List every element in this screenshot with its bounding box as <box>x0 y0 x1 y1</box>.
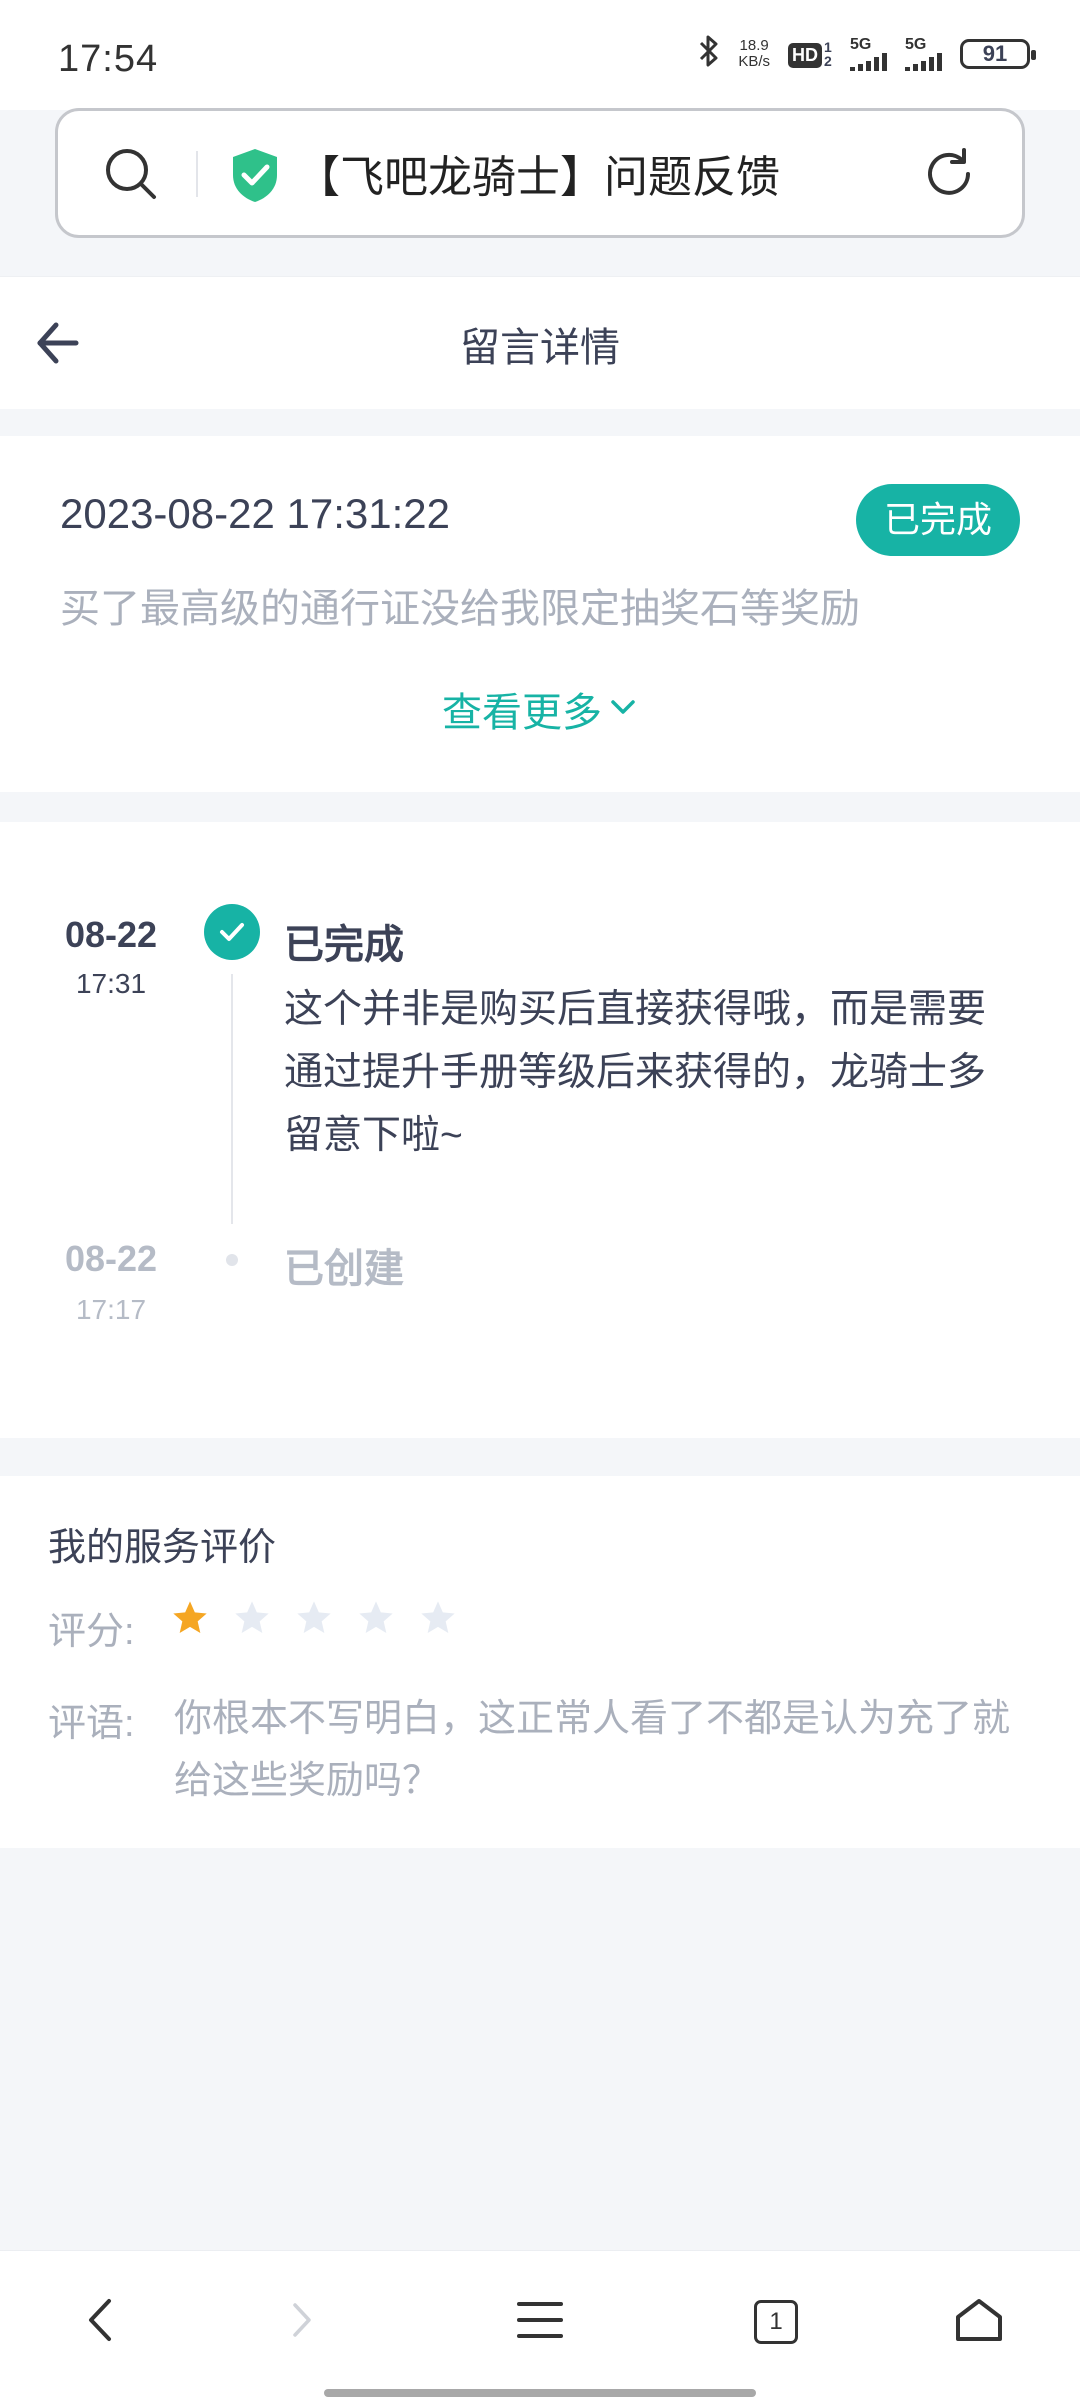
page-title: 留言详情 <box>460 326 620 370</box>
see-more-label: 查看更多 <box>442 691 602 735</box>
address-bar[interactable]: 【飞吧龙骑士】问题反馈 <box>55 108 1025 238</box>
bluetooth-icon <box>698 34 720 73</box>
timeline-dot <box>226 1254 238 1266</box>
status-badge: 已完成 <box>855 484 1020 556</box>
bottom-nav: 1 <box>0 2250 1080 2401</box>
star-empty-icon[interactable] <box>232 1598 272 1643</box>
status-icons: 18.9 KB/s HD 12 5G 5G 91 <box>698 34 1036 73</box>
score-label: 评分: <box>48 1611 135 1653</box>
status-bar: 17:54 18.9 KB/s HD 12 5G 5G 91 <box>0 0 1080 110</box>
home-indicator[interactable] <box>324 2389 756 2397</box>
battery-icon: 91 <box>960 38 1036 69</box>
timeline-time: 17:17 <box>75 1294 147 1325</box>
comment-text: 你根本不写明白，这正常人看了不都是认为充了就给这些奖励吗？ <box>174 1698 1011 1802</box>
hd-label: HD <box>788 42 822 68</box>
hd-sub-label: 12 <box>824 38 832 69</box>
signal-sim2-icon: 5G <box>905 35 942 71</box>
nav-back-button[interactable] <box>56 2287 146 2357</box>
hd-voice-icon: HD 12 <box>788 40 832 68</box>
progress-timeline: 08-22 17:31 已完成 这个并非是购买后直接获得哦，而是需要通过提升手册… <box>0 822 1080 1438</box>
see-more-button[interactable]: 查看更多 <box>0 680 1080 738</box>
home-icon <box>954 2297 1004 2348</box>
ticket-datetime: 2023-08-22 17:31:22 <box>60 490 450 537</box>
timeline-date: 08-22 <box>64 914 158 955</box>
star-empty-icon[interactable] <box>294 1598 334 1643</box>
rating-title: 我的服务评价 <box>48 1527 277 1569</box>
timeline-status: 已创建 <box>284 1247 404 1291</box>
star-empty-icon[interactable] <box>418 1598 458 1643</box>
tab-count: 1 <box>769 2308 783 2335</box>
clock: 17:54 <box>58 38 159 80</box>
star-rating <box>170 1598 458 1643</box>
check-circle-icon <box>204 904 260 960</box>
chevron-right-icon <box>281 2295 321 2350</box>
reload-icon[interactable] <box>920 145 978 208</box>
timeline-status: 已完成 <box>284 923 404 967</box>
ticket-description: 买了最高级的通行证没给我限定抽奖石等奖励 <box>60 587 860 631</box>
battery-level: 91 <box>982 40 1008 66</box>
star-filled-icon[interactable] <box>170 1598 210 1643</box>
sim1-network-label: 5G <box>850 35 872 53</box>
menu-icon <box>516 2298 564 2347</box>
shield-check-icon <box>230 147 280 208</box>
timeline-connector <box>231 974 233 1224</box>
ticket-card: 2023-08-22 17:31:22 已完成 买了最高级的通行证没给我限定抽奖… <box>0 436 1080 792</box>
search-icon[interactable] <box>102 145 160 208</box>
network-speed-value: 18.9 <box>739 36 769 54</box>
chevron-down-icon <box>608 687 638 732</box>
network-speed: 18.9 KB/s <box>738 36 770 70</box>
timeline-time: 17:31 <box>75 968 147 999</box>
nav-home-button[interactable] <box>934 2287 1024 2357</box>
nav-menu-button[interactable] <box>495 2287 585 2357</box>
star-empty-icon[interactable] <box>356 1598 396 1643</box>
comment-label: 评语: <box>48 1703 135 1745</box>
signal-sim1-icon: 5G <box>850 35 887 71</box>
address-title[interactable]: 【飞吧龙骑士】问题反馈 <box>296 141 780 205</box>
timeline-date: 08-22 <box>64 1238 158 1279</box>
sim2-network-label: 5G <box>905 35 927 53</box>
address-divider <box>196 151 198 197</box>
service-rating: 我的服务评价 评分: 评语: 你根本不写明白，这正常人看了不都是认为充了就给这些… <box>0 1476 1080 1848</box>
tabs-icon: 1 <box>754 2300 798 2344</box>
nav-forward-button[interactable] <box>256 2287 346 2357</box>
timeline-reply: 这个并非是购买后直接获得哦，而是需要通过提升手册等级后来获得的，龙骑士多留意下啦… <box>284 988 987 1157</box>
nav-tabs-button[interactable]: 1 <box>731 2287 821 2357</box>
network-speed-unit: KB/s <box>738 52 770 70</box>
page-header: 留言详情 <box>0 276 1080 409</box>
chevron-left-icon <box>81 2295 121 2350</box>
